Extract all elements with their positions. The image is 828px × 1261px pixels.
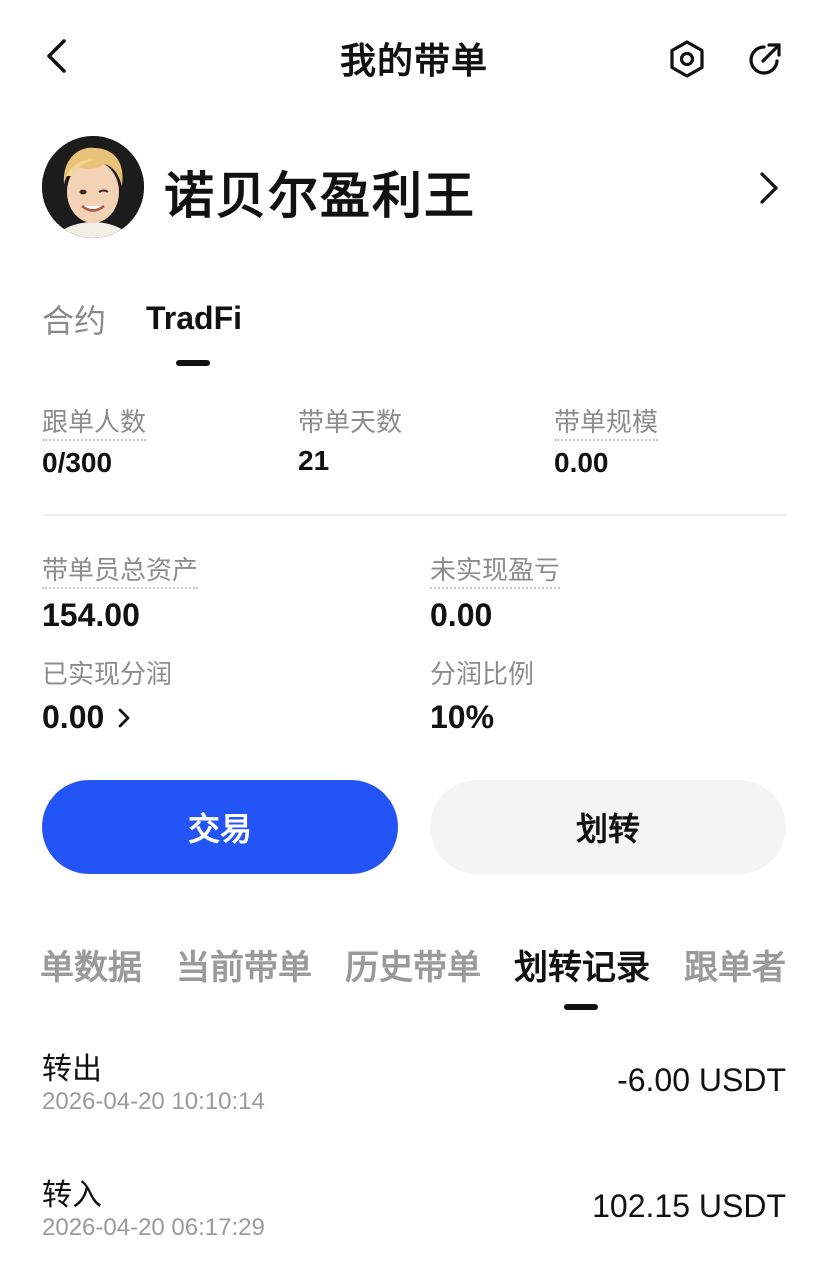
record-amount: -6.00 USDT [617, 1062, 786, 1098]
stat-scale-label[interactable]: 带单规模 [554, 408, 659, 441]
stat-days-label: 带单天数 [298, 408, 403, 438]
transfer-button[interactable]: 划转 [430, 780, 786, 874]
stat-followers: 跟单人数 0/300 [42, 408, 147, 479]
tab-transfer-records[interactable]: 划转记录 [514, 940, 650, 989]
tab-followers[interactable]: 跟单者 [684, 940, 786, 989]
trade-button[interactable]: 交易 [42, 780, 398, 874]
record-time: 2026-04-20 10:10:14 [42, 1088, 265, 1115]
chevron-right-icon [760, 172, 778, 204]
total-assets-value: 154.00 [42, 597, 140, 633]
realized-profit-share-label: 已实现分润 [42, 660, 173, 690]
stat-days: 带单天数 21 [298, 408, 402, 477]
settings-button[interactable] [664, 36, 710, 82]
tab-current-orders[interactable]: 当前带单 [176, 940, 312, 989]
category-tabs: 合约 TradFi [42, 296, 442, 376]
profile-row[interactable]: 诺贝尔盈利王 [42, 136, 792, 240]
tab-tradfi[interactable]: TradFi [146, 300, 242, 337]
realized-profit-share[interactable]: 已实现分润 0.00 [42, 660, 172, 736]
sub-tabs: 单数据 当前带单 历史带单 划转记录 跟单者 [0, 936, 828, 1016]
chevron-right-icon [118, 708, 130, 727]
username: 诺贝尔盈利王 [164, 167, 476, 225]
stat-days-value: 21 [298, 445, 330, 476]
total-assets-label[interactable]: 带单员总资产 [42, 556, 199, 589]
record-type: 转出 [42, 1052, 102, 1087]
profit-share-ratio: 分润比例 10% [430, 660, 534, 736]
list-item[interactable]: 转入 2026-04-20 06:17:29 102.15 USDT [42, 1166, 786, 1261]
share-button[interactable] [742, 36, 788, 82]
active-tab-indicator [176, 360, 210, 366]
stat-scale-value: 0.00 [554, 447, 609, 478]
divider [42, 514, 786, 516]
stat-followers-value: 0/300 [42, 447, 113, 478]
avatar-portrait [42, 136, 144, 238]
unrealized-pnl-value: 0.00 [430, 597, 493, 633]
stat-scale: 带单规模 0.00 [554, 408, 659, 479]
record-time: 2026-04-20 06:17:29 [42, 1214, 265, 1241]
tab-history-orders[interactable]: 历史带单 [345, 940, 481, 989]
active-subtab-indicator [564, 1004, 598, 1010]
profit-share-ratio-label: 分润比例 [430, 660, 535, 690]
profit-share-ratio-value: 10% [430, 699, 495, 735]
list-item[interactable]: 转出 2026-04-20 10:10:14 -6.00 USDT [42, 1040, 786, 1166]
realized-profit-share-value: 0.00 [42, 699, 105, 735]
share-arrow-icon [749, 43, 781, 75]
transfer-record-list: 转出 2026-04-20 10:10:14 -6.00 USDT 转入 202… [42, 1040, 786, 1261]
stat-followers-label[interactable]: 跟单人数 [42, 408, 147, 441]
hexagon-settings-icon [670, 40, 704, 78]
top-bar: 我的带单 [0, 0, 828, 112]
record-amount: 102.15 USDT [592, 1188, 786, 1224]
record-type: 转入 [42, 1178, 102, 1213]
total-assets: 带单员总资产 154.00 [42, 556, 199, 634]
unrealized-pnl-label[interactable]: 未实现盈亏 [430, 556, 561, 589]
avatar[interactable] [42, 136, 144, 238]
unrealized-pnl: 未实现盈亏 0.00 [430, 556, 561, 634]
tab-order-data[interactable]: 单数据 [40, 940, 142, 989]
tab-contract[interactable]: 合约 [42, 296, 106, 342]
